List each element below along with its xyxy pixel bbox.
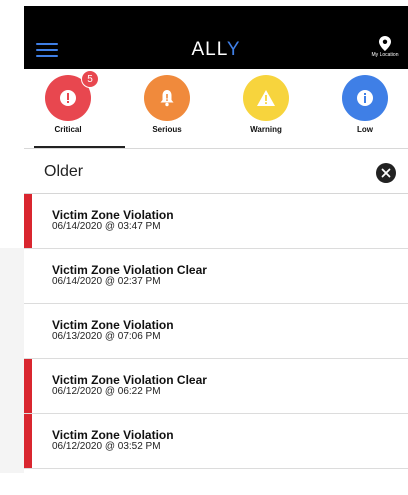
background-gutter [0, 0, 24, 495]
alert-item[interactable]: Victim Zone Violation 06/12/2020 @ 03:52… [24, 414, 408, 469]
alert-timestamp: 06/14/2020 @ 03:47 PM [52, 221, 161, 232]
older-section-header: Older [24, 149, 408, 194]
critical-indicator-bar [24, 414, 32, 468]
exclamation-icon [60, 90, 76, 106]
filter-warning[interactable]: Warning [226, 75, 306, 134]
filter-low-label: Low [357, 125, 373, 134]
critical-indicator-bar [24, 194, 32, 248]
alert-timestamp: 06/13/2020 @ 07:06 PM [52, 331, 161, 342]
serious-circle [144, 75, 190, 121]
app-title: ALLY [24, 39, 408, 61]
section-title: Older [44, 163, 84, 180]
filter-critical-label: Critical [54, 125, 82, 134]
app-window: ALLY My Location 5 Critical Serious Warn… [24, 6, 408, 495]
alert-title: Victim Zone Violation [52, 318, 174, 332]
active-filter-indicator [34, 146, 125, 148]
top-bar: ALLY My Location [24, 6, 408, 69]
alert-item[interactable]: Victim Zone Violation 06/13/2020 @ 07:06… [24, 304, 408, 359]
severity-filter-bar: 5 Critical Serious Warning Low [24, 69, 408, 149]
app-title-accent: Y [226, 39, 241, 60]
critical-circle: 5 [45, 70, 99, 121]
low-circle [342, 75, 388, 121]
bell-icon [160, 90, 174, 107]
warning-triangle-icon [257, 90, 275, 106]
my-location-label: My Location [371, 52, 399, 58]
alert-item[interactable]: Victim Zone Violation 06/14/2020 @ 03:47… [24, 194, 408, 249]
filter-critical[interactable]: 5 Critical [28, 70, 108, 134]
critical-count-badge: 5 [81, 70, 99, 88]
warning-circle [243, 75, 289, 121]
alert-item[interactable]: Victim Zone Violation Clear 06/12/2020 @… [24, 359, 408, 414]
filter-serious-label: Serious [152, 125, 182, 134]
location-pin-icon [379, 36, 391, 51]
filter-low[interactable]: Low [325, 75, 405, 134]
alert-list: Victim Zone Violation 06/14/2020 @ 03:47… [24, 194, 408, 469]
filter-serious[interactable]: Serious [127, 75, 207, 134]
alert-timestamp: 06/12/2020 @ 06:22 PM [52, 386, 161, 397]
my-location-button[interactable]: My Location [362, 36, 408, 58]
alert-title: Victim Zone Violation [52, 208, 174, 222]
filter-warning-label: Warning [250, 125, 282, 134]
app-title-main: ALL [191, 39, 227, 60]
alert-timestamp: 06/14/2020 @ 02:37 PM [52, 276, 161, 287]
alert-item[interactable]: Victim Zone Violation Clear 06/14/2020 @… [24, 249, 408, 304]
background-shade [0, 248, 24, 473]
alert-title: Victim Zone Violation Clear [52, 263, 207, 277]
info-icon [357, 90, 373, 106]
alert-timestamp: 06/12/2020 @ 03:52 PM [52, 441, 161, 452]
alert-title: Victim Zone Violation Clear [52, 373, 207, 387]
critical-indicator-bar [24, 359, 32, 413]
close-icon [381, 168, 391, 178]
alert-title: Victim Zone Violation [52, 428, 174, 442]
clear-button[interactable] [376, 163, 396, 183]
